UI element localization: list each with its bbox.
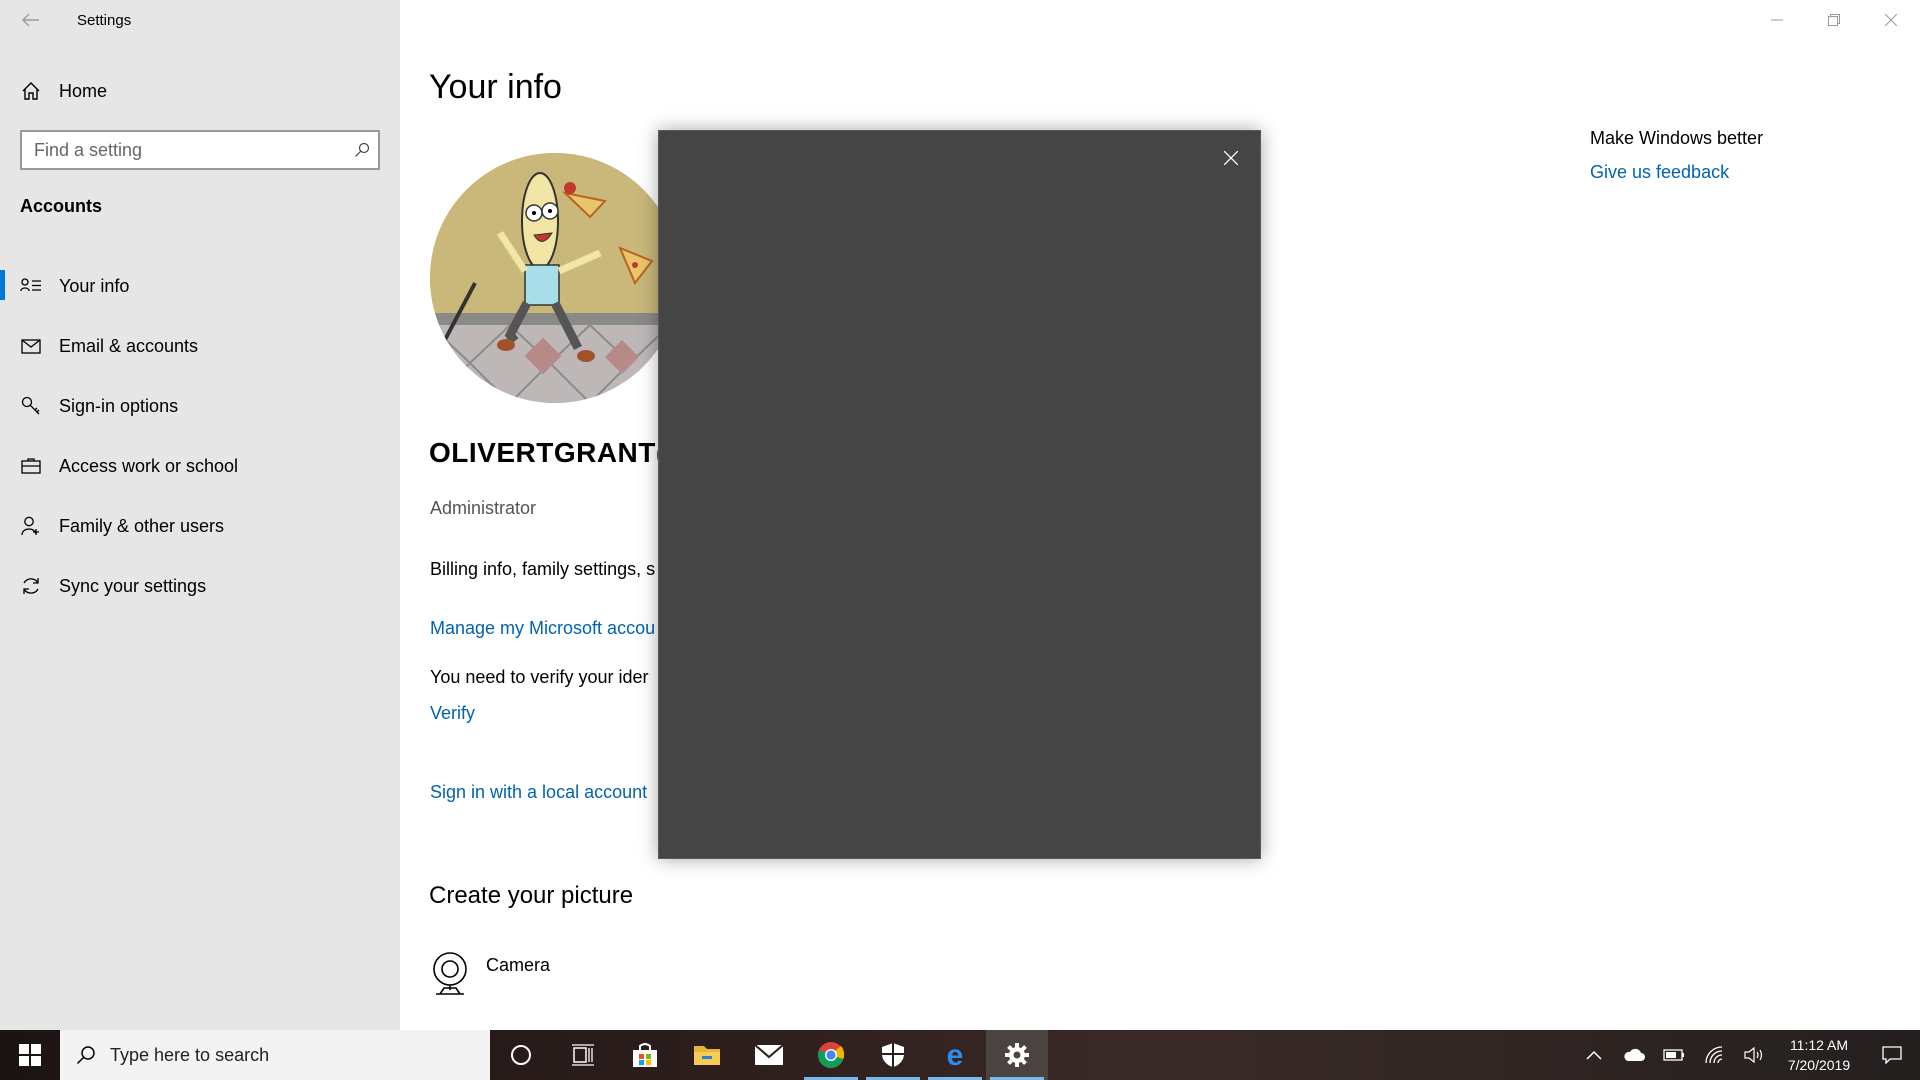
restore-button[interactable] (1805, 0, 1862, 40)
security-icon (882, 1043, 904, 1067)
speaker-icon (1744, 1047, 1763, 1063)
settings-icon (1005, 1043, 1029, 1067)
onedrive-button[interactable] (1614, 1030, 1654, 1080)
start-button[interactable] (0, 1030, 60, 1080)
cortana-button[interactable] (490, 1030, 552, 1080)
sidebar-item-label: Your info (59, 275, 130, 296)
sidebar-item-label: Family & other users (59, 515, 225, 536)
contact-card-icon (19, 278, 43, 294)
search-icon[interactable] (346, 142, 378, 158)
close-icon (1224, 151, 1238, 165)
clock-time: 11:12 AM (1789, 1037, 1849, 1053)
task-view-icon (572, 1044, 594, 1066)
profile-picture (430, 153, 680, 403)
key-icon (19, 396, 43, 416)
person-add-icon (19, 516, 43, 536)
chrome-icon (817, 1042, 845, 1068)
local-account-link[interactable]: Sign in with a local account (430, 782, 647, 803)
sidebar-item-your-info[interactable]: Your info (0, 256, 400, 316)
camera-label: Camera (486, 955, 551, 975)
sidebar-item-label: Sync your settings (59, 575, 207, 596)
briefcase-icon (19, 458, 43, 474)
create-picture-heading: Create your picture (429, 882, 634, 909)
task-view-button[interactable] (552, 1030, 614, 1080)
verify-link[interactable]: Verify (430, 703, 475, 724)
store-icon (633, 1043, 657, 1067)
sidebar-item-label: Email & accounts (59, 335, 199, 356)
account-role: Administrator (430, 498, 537, 518)
cortana-icon (511, 1045, 531, 1065)
sidebar-item-label: Access work or school (59, 455, 239, 476)
restore-icon (1827, 14, 1840, 26)
page-title: Your info (429, 68, 562, 106)
sidebar-item-sync-settings[interactable]: Sync your settings (0, 556, 400, 616)
dialog-close-button[interactable] (1216, 143, 1246, 173)
make-windows-better-heading: Make Windows better (1590, 128, 1764, 148)
chrome-button[interactable] (800, 1030, 862, 1080)
notification-icon (1882, 1046, 1902, 1064)
battery-button[interactable] (1654, 1030, 1694, 1080)
back-arrow-icon (22, 13, 39, 27)
cloud-icon (1624, 1048, 1645, 1061)
back-button[interactable] (14, 6, 48, 34)
mail-app-button[interactable] (738, 1030, 800, 1080)
nav-home[interactable]: Home (0, 72, 400, 110)
store-button[interactable] (614, 1030, 676, 1080)
sidebar: Settings Home Accounts Your info Email &… (0, 0, 400, 1030)
taskbar-search[interactable] (60, 1030, 490, 1080)
sidebar-item-family-other-users[interactable]: Family & other users (0, 496, 400, 556)
mail-icon (754, 1044, 784, 1065)
minimize-icon (1770, 19, 1783, 21)
accounts-nav-list: Your info Email & accounts Sign-in optio… (0, 256, 400, 616)
volume-button[interactable] (1734, 1030, 1774, 1080)
find-setting-input[interactable] (22, 139, 346, 161)
edge-button[interactable]: e (924, 1030, 986, 1080)
windows-logo-icon (19, 1044, 41, 1066)
account-username: OLIVERTGRANT( (429, 437, 666, 468)
overlay-dialog (658, 130, 1261, 859)
sidebar-item-label: Sign-in options (59, 395, 179, 416)
find-setting-search[interactable] (20, 130, 380, 170)
nav-home-label: Home (59, 80, 108, 101)
show-hidden-icons-button[interactable] (1574, 1030, 1614, 1080)
settings-button[interactable] (986, 1030, 1048, 1080)
clock-date: 7/20/2019 (1787, 1057, 1851, 1073)
search-icon (76, 1046, 95, 1065)
sidebar-item-access-work-school[interactable]: Access work or school (0, 436, 400, 496)
camera-option[interactable]: Camera (430, 950, 550, 996)
battery-icon (1663, 1049, 1684, 1061)
home-icon (19, 81, 43, 101)
network-button[interactable] (1694, 1030, 1734, 1080)
minimize-button[interactable] (1748, 0, 1805, 40)
manage-account-link[interactable]: Manage my Microsoft accou (430, 618, 655, 639)
taskbar-search-input[interactable] (110, 1044, 470, 1066)
action-center-button[interactable] (1864, 1030, 1920, 1080)
section-title-accounts: Accounts (20, 196, 103, 216)
taskbar: e 11:12 AM 7/20/2019 (0, 1030, 1920, 1080)
give-feedback-link[interactable]: Give us feedback (1590, 162, 1729, 182)
sidebar-item-email-accounts[interactable]: Email & accounts (0, 316, 400, 376)
webcam-icon (433, 952, 467, 995)
svg-text:e: e (947, 1041, 964, 1069)
wifi-icon (1705, 1046, 1723, 1064)
sync-icon (19, 576, 43, 596)
close-window-button[interactable] (1862, 0, 1919, 40)
file-explorer-icon (694, 1046, 720, 1065)
title-bar: Settings (0, 0, 400, 40)
security-button[interactable] (862, 1030, 924, 1080)
verify-identity-text: You need to verify your ider (430, 667, 649, 687)
edge-icon: e (947, 1041, 964, 1069)
sidebar-item-sign-in-options[interactable]: Sign-in options (0, 376, 400, 436)
file-explorer-button[interactable] (676, 1030, 738, 1080)
mail-icon (19, 338, 43, 354)
chevron-up-icon (1586, 1050, 1602, 1060)
app-title: Settings (77, 12, 132, 29)
system-tray: 11:12 AM 7/20/2019 (1574, 1030, 1920, 1080)
taskbar-clock[interactable]: 11:12 AM 7/20/2019 (1774, 1035, 1864, 1075)
side-panel: Make Windows better Give us feedback (1590, 128, 1763, 183)
close-icon (1884, 14, 1897, 26)
